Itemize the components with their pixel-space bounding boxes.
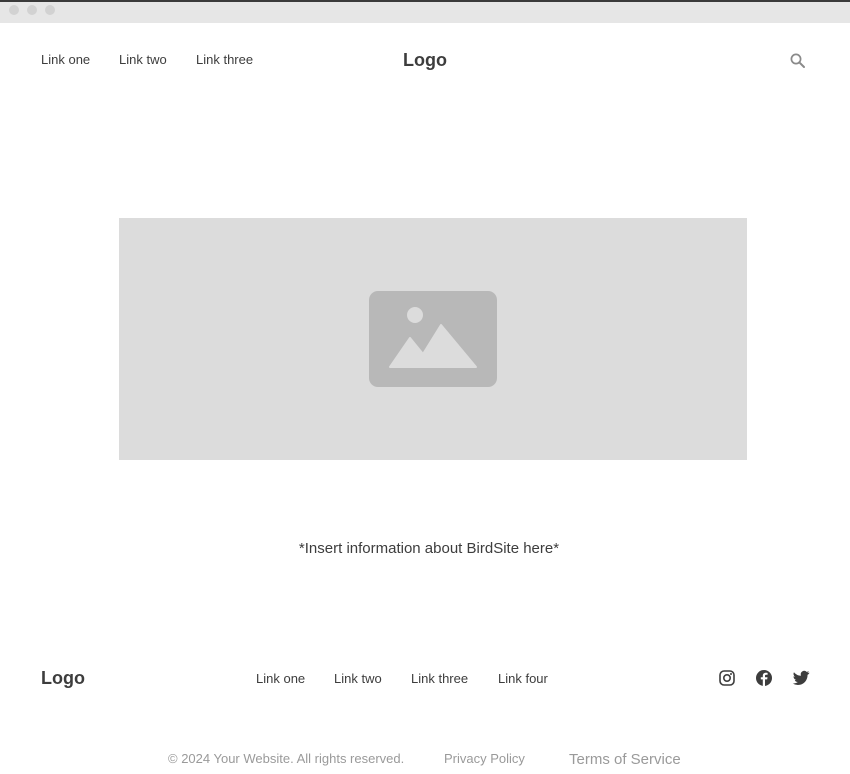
image-placeholder-icon [369,291,497,392]
window-close-dot[interactable] [9,5,19,15]
terms-of-service-link[interactable]: Terms of Service [569,751,681,768]
search-icon[interactable] [788,51,808,71]
twitter-icon[interactable] [792,669,810,687]
privacy-policy-link[interactable]: Privacy Policy [444,751,525,766]
footer-logo[interactable]: Logo [41,668,85,689]
footer-link-three[interactable]: Link three [411,671,468,686]
window-title-bar [0,0,850,23]
copyright-text: © 2024 Your Website. All rights reserved… [168,751,405,766]
window-minimize-dot[interactable] [27,5,37,15]
window-maximize-dot[interactable] [45,5,55,15]
instagram-icon[interactable] [718,669,736,687]
footer-link-one[interactable]: Link one [256,671,305,686]
header-logo[interactable]: Logo [0,50,850,71]
footer-link-two[interactable]: Link two [334,671,382,686]
hero-image-placeholder [119,218,747,460]
footer-link-four[interactable]: Link four [498,671,548,686]
site-info-text: *Insert information about BirdSite here* [298,540,560,557]
facebook-icon[interactable] [755,669,773,687]
